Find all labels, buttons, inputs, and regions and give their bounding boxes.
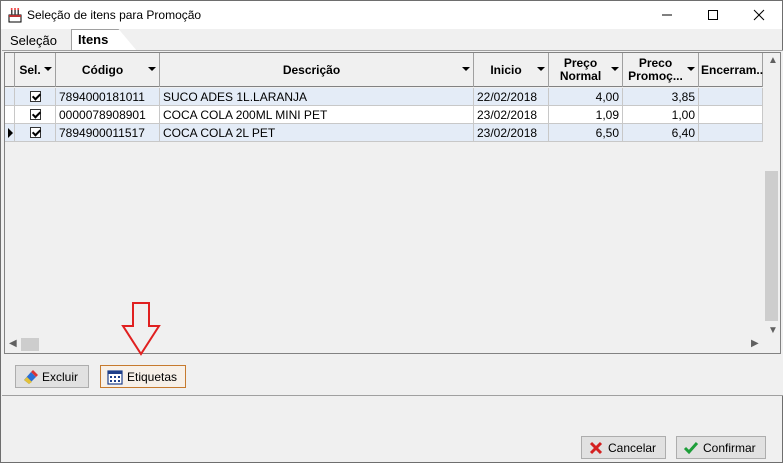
encerramento-cell[interactable] bbox=[699, 106, 763, 124]
dropdown-arrow-icon[interactable] bbox=[44, 67, 52, 71]
tab-itens-label: Itens bbox=[78, 32, 109, 47]
close-icon bbox=[753, 9, 765, 21]
scroll-down-icon[interactable]: ▼ bbox=[768, 325, 778, 336]
column-header-label: Sel. bbox=[19, 62, 41, 77]
sel-cell[interactable] bbox=[15, 124, 56, 142]
close-button[interactable] bbox=[736, 1, 782, 29]
preco-promocao-cell[interactable]: 1,00 bbox=[623, 106, 699, 124]
column-header-preco-normal[interactable]: Preço Normal bbox=[549, 53, 623, 87]
tab-strip: Seleção Itens bbox=[1, 29, 782, 51]
tab-selecao-label: Seleção bbox=[10, 33, 57, 48]
eraser-icon bbox=[24, 369, 38, 384]
maximize-icon bbox=[708, 10, 718, 20]
row-indicator-header bbox=[5, 53, 15, 87]
dropdown-arrow-icon[interactable] bbox=[537, 67, 545, 71]
column-header-label: Inicio bbox=[490, 62, 522, 77]
horizontal-scroll-thumb[interactable] bbox=[21, 338, 39, 351]
confirmar-label: Confirmar bbox=[703, 440, 756, 455]
excluir-button[interactable]: Excluir bbox=[15, 365, 89, 388]
dropdown-arrow-icon[interactable] bbox=[687, 67, 695, 71]
column-header-label: Encerram... bbox=[701, 62, 767, 77]
title-bar: Seleção de itens para Promoção bbox=[1, 1, 782, 29]
inicio-cell[interactable]: 23/02/2018 bbox=[474, 124, 549, 142]
promotion-items-window: Seleção de itens para Promoção Seleção I… bbox=[0, 0, 783, 463]
confirmar-button[interactable]: Confirmar bbox=[676, 436, 766, 459]
scroll-right-icon[interactable]: ▶ bbox=[751, 338, 759, 349]
cancelar-label: Cancelar bbox=[608, 440, 657, 455]
column-header-codigo[interactable]: Código bbox=[56, 53, 160, 87]
scroll-left-icon[interactable]: ◀ bbox=[9, 338, 17, 349]
selection-checkbox[interactable] bbox=[30, 127, 41, 138]
preco-normal-cell[interactable]: 6,50 bbox=[549, 124, 623, 142]
sel-cell[interactable] bbox=[15, 88, 56, 106]
descricao-cell[interactable]: COCA COLA 200ML MINI PET bbox=[160, 106, 474, 124]
checkmark-icon bbox=[683, 441, 699, 454]
excluir-label: Excluir bbox=[42, 369, 79, 384]
column-header-label: Código bbox=[81, 62, 124, 77]
table-row[interactable]: 7894900011517 COCA COLA 2L PET 23/02/201… bbox=[5, 124, 763, 142]
grid-header: Sel. Código Descrição Inicio Preço Norma… bbox=[5, 53, 767, 87]
column-header-label: Preço Normal bbox=[559, 56, 602, 83]
items-panel: Sel. Código Descrição Inicio Preço Norma… bbox=[2, 50, 783, 396]
vertical-scroll-thumb[interactable] bbox=[765, 171, 778, 321]
column-header-inicio[interactable]: Inicio bbox=[474, 53, 549, 87]
grid-rows: 7894000181011 SUCO ADES 1L.LARANJA 22/02… bbox=[5, 88, 763, 142]
preco-normal-cell[interactable]: 1,09 bbox=[549, 106, 623, 124]
etiquetas-button[interactable]: Etiquetas bbox=[100, 365, 186, 388]
scroll-up-icon[interactable]: ▲ bbox=[768, 55, 778, 66]
codigo-cell[interactable]: 7894900011517 bbox=[56, 124, 160, 142]
cake-icon bbox=[8, 8, 22, 23]
selection-checkbox[interactable] bbox=[30, 109, 41, 120]
column-header-preco-promocao[interactable]: Preco Promoç... bbox=[623, 53, 699, 87]
descricao-cell[interactable]: COCA COLA 2L PET bbox=[160, 124, 474, 142]
preco-promocao-cell[interactable]: 6,40 bbox=[623, 124, 699, 142]
codigo-cell[interactable]: 0000078908901 bbox=[56, 106, 160, 124]
column-header-label: Descrição bbox=[282, 62, 341, 77]
current-row-arrow-icon bbox=[8, 128, 13, 138]
table-row[interactable]: 7894000181011 SUCO ADES 1L.LARANJA 22/02… bbox=[5, 88, 763, 106]
down-arrow-icon bbox=[121, 302, 161, 356]
calendar-icon bbox=[107, 369, 123, 385]
etiquetas-label: Etiquetas bbox=[127, 369, 178, 384]
encerramento-cell[interactable] bbox=[699, 124, 763, 142]
x-icon bbox=[589, 441, 603, 454]
sel-cell[interactable] bbox=[15, 106, 56, 124]
window-title: Seleção de itens para Promoção bbox=[27, 8, 202, 22]
dropdown-arrow-icon[interactable] bbox=[148, 67, 156, 71]
horizontal-scrollbar[interactable]: ◀ ▶ bbox=[5, 336, 765, 353]
table-row[interactable]: 0000078908901 COCA COLA 200ML MINI PET 2… bbox=[5, 106, 763, 124]
preco-normal-cell[interactable]: 4,00 bbox=[549, 88, 623, 106]
tab-selecao[interactable]: Seleção bbox=[4, 31, 62, 51]
dropdown-arrow-icon[interactable] bbox=[611, 67, 619, 71]
preco-promocao-cell[interactable]: 3,85 bbox=[623, 88, 699, 106]
row-indicator bbox=[5, 106, 15, 124]
tab-itens[interactable]: Itens bbox=[71, 29, 137, 51]
cancelar-button[interactable]: Cancelar bbox=[581, 436, 666, 459]
row-indicator bbox=[5, 88, 15, 106]
minimize-button[interactable] bbox=[644, 1, 690, 29]
codigo-cell[interactable]: 7894000181011 bbox=[56, 88, 160, 106]
column-header-descricao[interactable]: Descrição bbox=[160, 53, 474, 87]
column-header-label: Preco Promoç... bbox=[628, 56, 683, 83]
row-indicator bbox=[5, 124, 15, 142]
inicio-cell[interactable]: 22/02/2018 bbox=[474, 88, 549, 106]
inicio-cell[interactable]: 23/02/2018 bbox=[474, 106, 549, 124]
selection-checkbox[interactable] bbox=[30, 91, 41, 102]
maximize-button[interactable] bbox=[690, 1, 736, 29]
minimize-icon bbox=[662, 14, 672, 16]
vertical-scrollbar[interactable]: ▲ ▼ bbox=[763, 53, 780, 339]
descricao-cell[interactable]: SUCO ADES 1L.LARANJA bbox=[160, 88, 474, 106]
column-header-encerramento[interactable]: Encerram... bbox=[699, 53, 767, 87]
dropdown-arrow-icon[interactable] bbox=[462, 67, 470, 71]
encerramento-cell[interactable] bbox=[699, 88, 763, 106]
column-header-sel[interactable]: Sel. bbox=[15, 53, 56, 87]
